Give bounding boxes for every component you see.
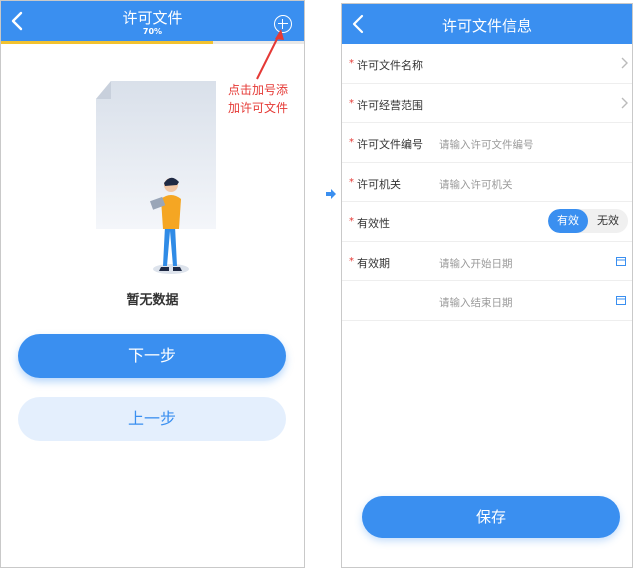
next-step-button[interactable]: 下一步 (18, 334, 286, 378)
flow-arrow-icon (326, 189, 336, 199)
field-license-name[interactable]: * 许可文件名称 (342, 44, 632, 84)
field-license-number: * 许可文件编号 请输入许可文件编号 (342, 123, 632, 163)
start-date-input[interactable]: 请输入开始日期 (439, 256, 513, 271)
field-label: 许可文件编号 (357, 138, 423, 151)
empty-document-illustration (96, 81, 216, 274)
calendar-icon[interactable] (616, 295, 626, 305)
field-label: 有效性 (357, 217, 390, 230)
license-form: * 许可文件名称 * 许可经营范围 * 许可文件编号 请输入许可文件编号 * 许… (342, 44, 632, 321)
field-validity: * 有效性 有效 无效 (342, 202, 632, 242)
field-validity-end: 请输入结束日期 (342, 281, 632, 321)
chevron-right-icon[interactable] (620, 96, 628, 110)
field-business-scope[interactable]: * 许可经营范围 (342, 84, 632, 123)
toggle-invalid-option[interactable]: 无效 (588, 209, 628, 233)
required-mark: * (349, 176, 354, 188)
empty-state-text: 暂无数据 (126, 293, 179, 308)
field-label: 许可经营范围 (357, 98, 423, 112)
field-issuing-authority: * 许可机关 请输入许可机关 (342, 163, 632, 202)
header-bar: 许可文件信息 (342, 4, 632, 44)
license-info-screen: 许可文件信息 * 许可文件名称 * 许可经营范围 * 许可文件编号 请输入许可文… (341, 3, 633, 568)
annotation-arrow-icon (256, 29, 284, 80)
field-validity-start: * 有效期 请输入开始日期 (342, 242, 632, 281)
issuing-authority-input[interactable]: 请输入许可机关 (439, 177, 513, 192)
annotation-text: 点击加号添加许可文件 (227, 83, 288, 115)
required-mark: * (349, 216, 354, 227)
chevron-right-icon[interactable] (620, 56, 628, 70)
progress-fill (1, 41, 214, 44)
required-mark: * (349, 255, 354, 267)
prev-step-button[interactable]: 上一步 (18, 397, 286, 441)
field-label: 许可机关 (357, 177, 401, 191)
end-date-input[interactable]: 请输入结束日期 (439, 295, 513, 310)
save-button[interactable]: 保存 (362, 496, 620, 538)
required-mark: * (349, 97, 354, 109)
license-files-screen: 许可文件 70% 暂无数据 下一步 上一步 点击加号添加许可文件 (0, 0, 305, 568)
field-label: 有效期 (357, 256, 390, 270)
validity-toggle[interactable]: 有效 无效 (548, 209, 628, 233)
calendar-icon[interactable] (616, 256, 626, 266)
required-mark: * (349, 137, 354, 148)
toggle-valid-option[interactable]: 有效 (548, 209, 588, 233)
license-number-input[interactable]: 请输入许可文件编号 (439, 137, 534, 152)
required-mark: * (349, 58, 354, 69)
field-label: 许可文件名称 (357, 59, 423, 72)
page-title: 许可文件信息 (441, 17, 532, 35)
